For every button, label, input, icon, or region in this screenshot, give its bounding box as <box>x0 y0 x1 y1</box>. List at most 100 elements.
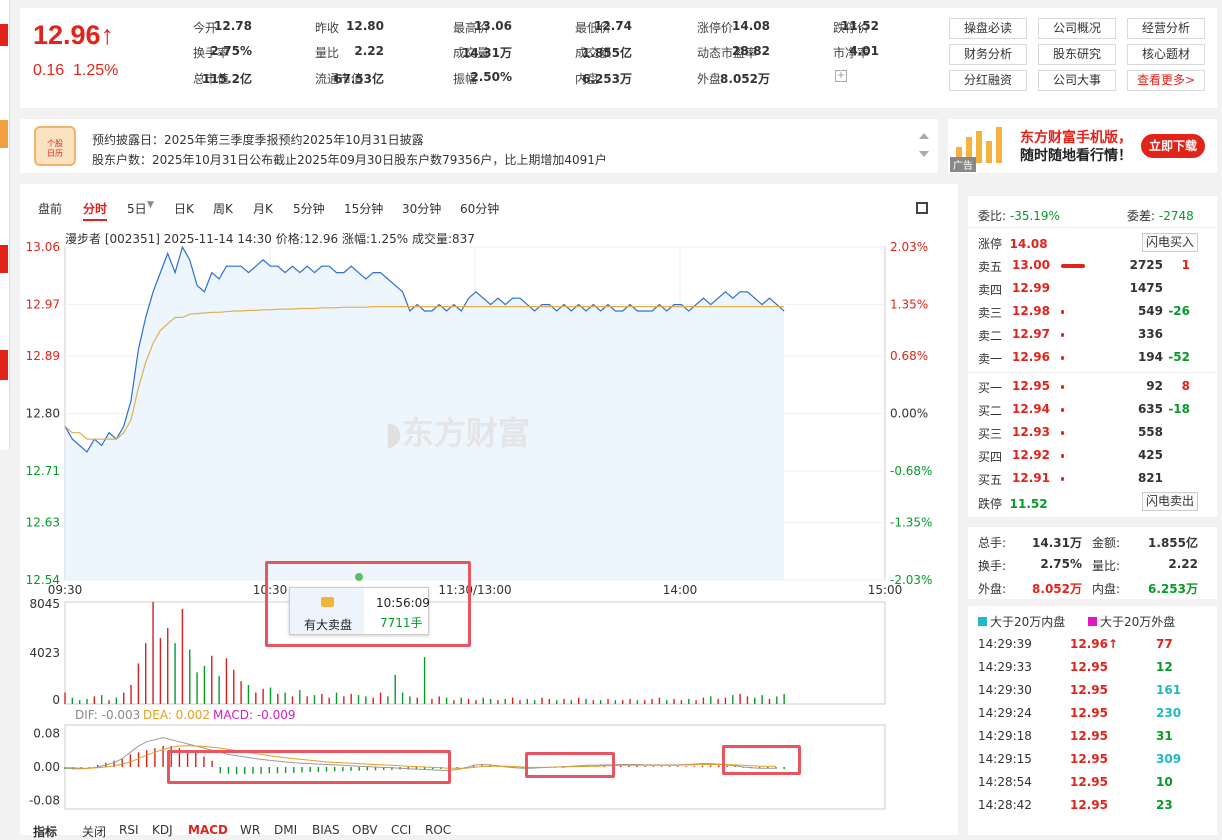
trade-volume: 10 <box>1156 775 1173 789</box>
book-volume: 558 <box>1137 425 1163 439</box>
trade-row: 14:29:30 12.95 161 <box>978 683 1208 706</box>
trade-price: 12.95 <box>1070 798 1108 812</box>
y-left-tick: 12.63 <box>26 515 60 529</box>
book-level-label: 卖一 <box>978 352 1003 366</box>
download-button[interactable]: 立即下载 <box>1141 134 1205 158</box>
y-left-tick: 12.97 <box>26 298 60 312</box>
volume-tick: 0 <box>52 693 60 707</box>
field-value: 2.50% <box>470 70 512 84</box>
trade-time: 14:28:42 <box>978 798 1032 812</box>
trade-price: 12.96↑ <box>1070 637 1119 651</box>
field-value: 28.82 <box>732 44 770 58</box>
book-level-label: 卖三 <box>978 306 1003 320</box>
notice-down-arrow-icon[interactable] <box>919 151 929 157</box>
macd-macd-label: MACD: -0.009 <box>213 708 296 722</box>
field-value: 12.80 <box>346 19 384 33</box>
ad-title: 东方财富手机版， <box>1020 130 1132 146</box>
legend-outer-swatch <box>1088 617 1097 626</box>
book-price: 12.93 <box>1012 425 1050 439</box>
book-row[interactable]: 买三 12.93 558 <box>978 425 1208 448</box>
intraday-chart[interactable]: 13.06 2.03% 12.97 1.35% 12.89 0.68% 12.80 0.00%… <box>20 240 958 835</box>
book-price: 12.99 <box>1012 281 1050 295</box>
summary-value: 2.22 <box>1168 557 1198 571</box>
period-tab[interactable]: 周K <box>213 200 233 217</box>
period-tab[interactable]: 15分钟 <box>344 200 383 217</box>
field-value: 8.052万 <box>720 72 770 86</box>
flash-buy-button[interactable]: 闪电买入 <box>1142 233 1198 252</box>
period-tab[interactable]: 5分钟 <box>293 200 325 217</box>
book-volume-bar <box>1061 477 1064 481</box>
book-volume-bar <box>1061 454 1064 458</box>
book-row[interactable]: 卖二 12.97 336 <box>978 327 1208 350</box>
book-row[interactable]: 买四 12.92 425 <box>978 448 1208 471</box>
summary-label: 内盘: <box>1092 582 1121 596</box>
y-right-tick: 1.35% <box>890 298 928 312</box>
field-value: 2.75% <box>210 44 252 58</box>
quick-link-button[interactable]: 股东研究 <box>1038 44 1116 65</box>
book-volume-bar <box>1061 333 1064 337</box>
field-value: 1.855亿 <box>582 46 632 60</box>
trade-time: 14:29:33 <box>978 660 1032 674</box>
period-tab[interactable]: 盘前 <box>38 200 62 217</box>
book-delta: -26 <box>1168 304 1190 318</box>
limit-up-value: 14.08 <box>1009 237 1048 251</box>
quick-link-button[interactable]: 分红融资 <box>949 70 1027 91</box>
book-volume-bar <box>1061 385 1064 389</box>
book-row[interactable]: 卖四 12.99 1475 <box>978 281 1208 304</box>
quick-link-button[interactable]: 核心题材 <box>1127 44 1205 65</box>
app-ad-banner[interactable]: 广告 东方财富手机版， 随时随地看行情！ 立即下载 <box>948 119 1217 173</box>
book-row[interactable]: 买一 12.95 92 8 <box>978 379 1208 402</box>
summary-value: 1.855亿 <box>1148 536 1198 550</box>
quick-link-button[interactable]: 查看更多> <box>1127 70 1205 91</box>
period-tab[interactable]: 60分钟 <box>460 200 499 217</box>
book-price: 12.95 <box>1012 379 1050 393</box>
calendar-icon: 个股 日历 <box>34 126 76 166</box>
flash-sell-button[interactable]: 闪电卖出 <box>1142 492 1198 511</box>
field-value: 14.31万 <box>462 46 512 60</box>
book-price: 13.00 <box>1012 258 1050 272</box>
field-value: 12.78 <box>214 19 252 33</box>
book-volume: 635 <box>1137 402 1163 416</box>
book-price: 12.98 <box>1012 304 1050 318</box>
expand-icon[interactable]: + <box>835 70 847 82</box>
period-tab[interactable]: 5日 <box>127 200 147 217</box>
quick-link-button[interactable]: 财务分析 <box>949 44 1027 65</box>
watermark: ◗东方财富 <box>385 408 530 454</box>
indicator-tab[interactable]: 关闭 <box>82 823 106 840</box>
period-tab[interactable]: 30分钟 <box>402 200 441 217</box>
book-row[interactable]: 买二 12.94 635 -18 <box>978 402 1208 425</box>
book-volume: 336 <box>1137 327 1163 341</box>
period-tab[interactable]: 分时 <box>83 200 108 221</box>
period-tab[interactable]: 日K <box>174 200 194 217</box>
summary-label: 外盘: <box>978 582 1007 596</box>
period-tab[interactable]: 月K <box>253 200 273 217</box>
notice-up-arrow-icon[interactable] <box>919 133 929 139</box>
y-right-tick: -0.68% <box>890 464 932 478</box>
fullscreen-icon[interactable] <box>916 202 928 214</box>
book-row[interactable]: 卖一 12.96 194 -52 <box>978 350 1208 373</box>
quick-link-button[interactable]: 公司大事 <box>1038 70 1116 91</box>
summary-label: 总手: <box>978 536 1007 550</box>
trade-time: 14:28:54 <box>978 775 1032 789</box>
quick-link-button[interactable]: 经营分析 <box>1127 18 1205 39</box>
watermark-text: 东方财富 <box>401 414 530 452</box>
book-row[interactable]: 卖五 13.00 2725 1 <box>978 258 1208 281</box>
y-right-tick: -1.35% <box>890 515 932 529</box>
field-value: 13.06 <box>474 19 512 33</box>
quick-link-button[interactable]: 操盘必读 <box>949 18 1027 39</box>
dropdown-caret-icon[interactable]: ▼ <box>147 200 154 210</box>
book-level-label: 买一 <box>978 381 1003 395</box>
book-delta: 8 <box>1181 379 1190 393</box>
book-row[interactable]: 买五 12.91 821 <box>978 471 1208 494</box>
trade-time: 14:29:24 <box>978 706 1032 720</box>
trade-volume: 309 <box>1156 752 1182 766</box>
current-price: 12.96↑ <box>33 20 115 50</box>
indicator-tab: 指标 <box>33 825 58 839</box>
limit-down-value: 11.52 <box>1009 497 1048 511</box>
book-volume: 1475 <box>1129 281 1163 295</box>
book-row[interactable]: 卖三 12.98 549 -26 <box>978 304 1208 327</box>
volume-plot-frame <box>64 601 886 705</box>
quick-link-button[interactable]: 公司概况 <box>1038 18 1116 39</box>
trade-row: 14:29:24 12.95 230 <box>978 706 1208 729</box>
y-left-tick: 12.80 <box>26 407 60 421</box>
